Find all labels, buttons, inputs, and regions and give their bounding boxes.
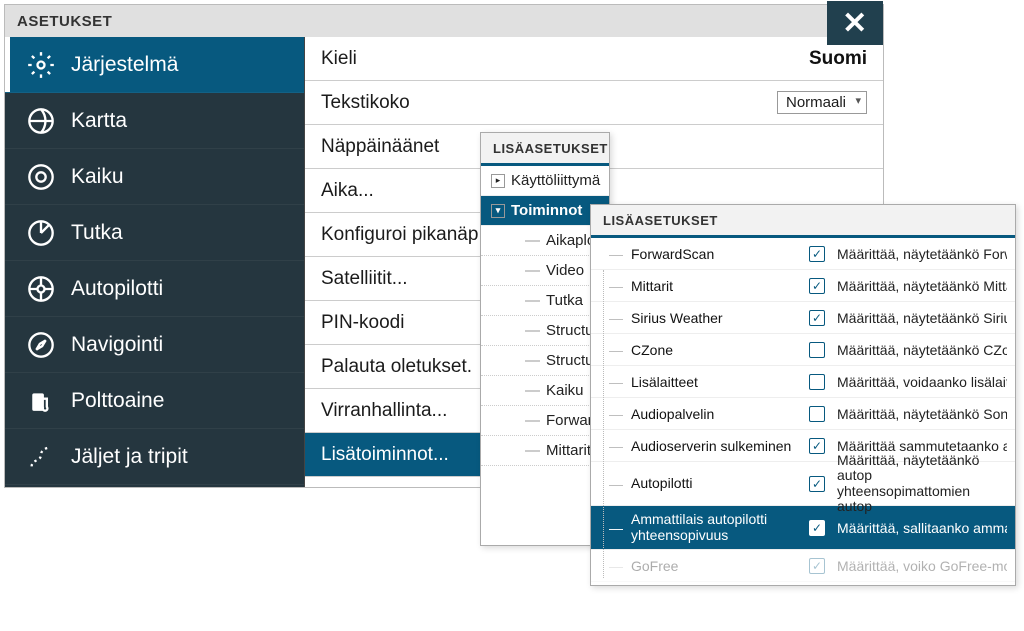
adv-row-gofree[interactable]: —GoFree ✓ Määrittää, voiko GoFree-mo (591, 550, 1015, 582)
popup2-list: —ForwardScan ✓ Määrittää, näytetäänkö Fo… (591, 238, 1015, 582)
settings-header: ASETUKSET ✕ (5, 5, 883, 37)
checkbox[interactable] (809, 374, 825, 390)
sidebar-item-navigation[interactable]: Navigointi (5, 317, 304, 373)
popup1-header: LISÄASETUKSET (481, 133, 609, 163)
fuel-icon (25, 385, 57, 417)
expand-icon: ▸ (491, 174, 505, 188)
popup2-header: LISÄASETUKSET (591, 205, 1015, 235)
setting-label: Konfiguroi pikanäp (321, 224, 478, 246)
sidebar-item-label: Järjestelmä (71, 53, 178, 77)
close-button[interactable]: ✕ (827, 1, 883, 45)
checkbox[interactable] (809, 342, 825, 358)
sidebar-item-label: Jäljet ja tripit (71, 445, 188, 469)
sidebar-item-system[interactable]: Järjestelmä (5, 37, 304, 93)
checkbox[interactable]: ✓ (809, 310, 825, 326)
setting-label: PIN-koodi (321, 312, 404, 334)
sidebar: Järjestelmä Kartta Kaiku Tutka Autopilot… (5, 37, 305, 487)
setting-label: Virranhallinta... (321, 400, 447, 422)
sidebar-item-chart[interactable]: Kartta (5, 93, 304, 149)
checkbox[interactable]: ✓ (809, 438, 825, 454)
adv-row-forwardscan[interactable]: —ForwardScan ✓ Määrittää, näytetäänkö Fo… (591, 238, 1015, 270)
sidebar-item-label: Autopilotti (71, 277, 163, 301)
advanced-popup-2: LISÄASETUKSET —ForwardScan ✓ Määrittää, … (590, 204, 1016, 586)
checkbox[interactable]: ✓ (809, 278, 825, 294)
compass-icon (25, 329, 57, 361)
textsize-select[interactable]: Normaali (777, 91, 867, 114)
setting-label: Lisätoiminnot... (321, 444, 449, 466)
setting-row-language[interactable]: Kieli Suomi (305, 37, 883, 81)
sidebar-item-tracks[interactable]: Jäljet ja tripit (5, 429, 304, 485)
globe-icon (25, 105, 57, 137)
tree-root-ui[interactable]: ▸ Käyttöliittymä (481, 166, 609, 196)
close-icon: ✕ (842, 6, 868, 41)
setting-label: Tekstikoko (321, 92, 410, 114)
setting-label: Aika... (321, 180, 374, 202)
adv-row-instruments[interactable]: —Mittarit ✓ Määrittää, näytetäänkö Mitta (591, 270, 1015, 302)
settings-title: ASETUKSET (17, 13, 112, 30)
adv-row-sirius[interactable]: —Sirius Weather ✓ Määrittää, näytetäänkö… (591, 302, 1015, 334)
setting-row-textsize[interactable]: Tekstikoko Normaali (305, 81, 883, 125)
sidebar-item-label: Tutka (71, 221, 123, 245)
collapse-icon: ▾ (491, 204, 505, 218)
sidebar-item-label: Navigointi (71, 333, 163, 357)
route-icon (25, 441, 57, 473)
tree-label: Käyttöliittymä (511, 172, 600, 189)
sidebar-item-label: Kartta (71, 109, 127, 133)
adv-row-audioserver[interactable]: —Audiopalvelin Määrittää, näytetäänkö So… (591, 398, 1015, 430)
checkbox[interactable]: ✓ (809, 520, 825, 536)
radar-icon (25, 217, 57, 249)
checkbox[interactable]: ✓ (809, 558, 825, 574)
wheel-icon (25, 273, 57, 305)
setting-label: Palauta oletukset. (321, 356, 472, 378)
popup1-title: LISÄASETUKSET (493, 141, 608, 156)
adv-row-czone[interactable]: —CZone Määrittää, näytetäänkö CZone (591, 334, 1015, 366)
checkbox[interactable]: ✓ (809, 246, 825, 262)
adv-row-autopilot[interactable]: —Autopilotti ✓ Määrittää, näytetäänkö au… (591, 462, 1015, 506)
setting-label: Näppäinäänet (321, 136, 439, 158)
sidebar-item-radar[interactable]: Tutka (5, 205, 304, 261)
sidebar-item-label: Kaiku (71, 165, 124, 189)
sidebar-item-autopilot[interactable]: Autopilotti (5, 261, 304, 317)
setting-label: Kieli (321, 48, 357, 70)
sidebar-item-fuel[interactable]: Polttoaine (5, 373, 304, 429)
checkbox[interactable]: ✓ (809, 476, 825, 492)
sidebar-item-label: Polttoaine (71, 389, 164, 413)
adv-row-accessories[interactable]: —Lisälaitteet Määrittää, voidaanko lisäl… (591, 366, 1015, 398)
sidebar-item-echo[interactable]: Kaiku (5, 149, 304, 205)
tree-label: Toiminnot (511, 202, 582, 219)
setting-value: Suomi (809, 48, 867, 70)
popup2-title: LISÄASETUKSET (603, 213, 718, 228)
gear-icon (25, 49, 57, 81)
fish-icon (25, 161, 57, 193)
setting-label: Satelliitit... (321, 268, 408, 290)
checkbox[interactable] (809, 406, 825, 422)
